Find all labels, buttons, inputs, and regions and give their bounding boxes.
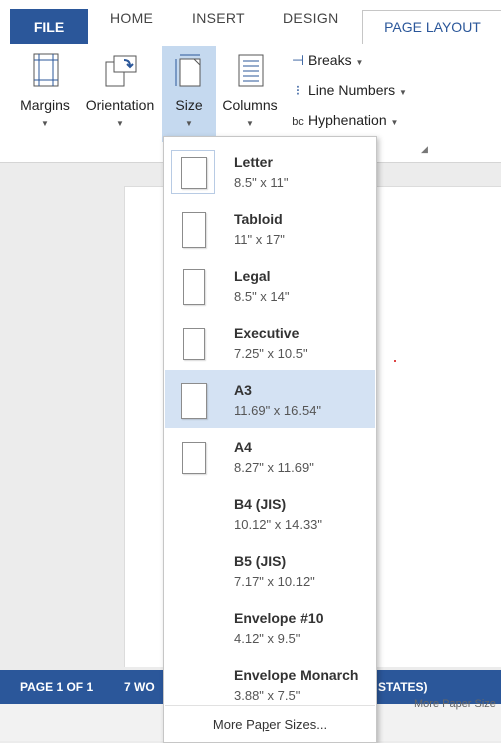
- tab-home[interactable]: HOME: [110, 10, 153, 26]
- paper-size-item[interactable]: Envelope #10 4.12" x 9.5": [165, 598, 375, 656]
- paper-size-item[interactable]: B5 (JIS) 7.17" x 10.12": [165, 541, 375, 599]
- chevron-down-icon: ▼: [41, 119, 49, 128]
- size-button[interactable]: Size ▼: [162, 52, 216, 128]
- more-paper-sizes-label: More Paper Sizes...: [212, 717, 328, 732]
- paper-size-dimensions: 8.5" x 14": [234, 289, 290, 304]
- columns-label: Columns: [222, 97, 278, 113]
- paper-size-name: B4 (JIS): [234, 496, 287, 512]
- paper-size-name: A4: [234, 439, 252, 455]
- paper-size-item[interactable]: A4 8.27" x 11.69": [165, 427, 375, 485]
- margins-label: Margins: [20, 97, 70, 113]
- paper-thumbnail-icon: [182, 212, 206, 248]
- size-dropdown-menu: Letter 8.5" x 11" Tabloid 11" x 17" Legal 8.5…: [163, 136, 377, 743]
- tab-file[interactable]: FILE: [10, 9, 88, 45]
- paper-size-name: B5 (JIS): [234, 553, 287, 569]
- orientation-label: Orientation: [85, 97, 155, 113]
- size-label: Size: [175, 97, 203, 113]
- hyphenation-button[interactable]: bc Hyphenation ▼: [288, 112, 398, 128]
- orientation-button[interactable]: Orientation ▼: [80, 52, 160, 128]
- paper-size-dimensions: 10.12" x 14.33": [234, 517, 323, 532]
- hyphenation-icon: bc: [292, 116, 304, 128]
- paper-size-item[interactable]: Tabloid 11" x 17": [165, 199, 375, 257]
- breaks-icon: ⊣: [291, 52, 305, 68]
- paper-size-dimensions: 8.5" x 11": [234, 175, 289, 190]
- paper-thumbnail-icon: [181, 383, 207, 419]
- paper-thumbnail-icon: [181, 157, 207, 189]
- paper-size-name: Legal: [234, 268, 271, 284]
- line-numbers-button[interactable]: ⁝ Line Numbers ▼: [288, 82, 407, 99]
- margins-button[interactable]: Margins ▼: [16, 52, 74, 128]
- paper-size-name: Tabloid: [234, 211, 283, 227]
- chevron-down-icon: ▼: [116, 119, 124, 128]
- status-language[interactable]: STATES): [378, 680, 428, 694]
- paper-size-name: A3: [234, 382, 252, 398]
- line-numbers-label: Line Numbers: [308, 82, 396, 98]
- paper-size-name: Letter: [234, 154, 273, 170]
- columns-button[interactable]: Columns ▼: [218, 52, 282, 128]
- paper-size-item[interactable]: Executive 7.25" x 10.5": [165, 313, 375, 371]
- menu-divider: [165, 705, 375, 706]
- chevron-down-icon: ▼: [355, 58, 364, 67]
- chevron-down-icon: ▼: [185, 119, 193, 128]
- margins-icon: [33, 53, 59, 87]
- line-numbers-icon: ⁝: [295, 82, 301, 98]
- paper-size-name: Envelope Monarch: [234, 667, 359, 683]
- cursor-mark: [394, 360, 396, 362]
- breaks-label: Breaks: [308, 52, 352, 68]
- status-page-count[interactable]: PAGE 1 OF 1: [20, 680, 93, 694]
- tab-insert[interactable]: INSERT: [192, 10, 245, 26]
- paper-size-dimensions: 4.12" x 9.5": [234, 631, 301, 646]
- chevron-down-icon: ▼: [390, 118, 399, 127]
- paper-size-dimensions: 7.25" x 10.5": [234, 346, 308, 361]
- hyphenation-label: Hyphenation: [308, 112, 387, 128]
- paper-size-name: Envelope #10: [234, 610, 324, 626]
- status-word-count[interactable]: 7 WO: [124, 680, 155, 694]
- paper-size-dimensions: 11.69" x 16.54": [234, 403, 322, 418]
- paper-thumbnail-icon: [183, 328, 205, 360]
- ribbon-tabs: FILE HOME INSERT DESIGN PAGE LAYOUT: [0, 0, 501, 46]
- paper-size-name: Executive: [234, 325, 300, 341]
- paper-size-item[interactable]: Letter 8.5" x 11": [165, 142, 375, 200]
- paper-size-dimensions: 11" x 17": [234, 232, 285, 247]
- chevron-down-icon: ▼: [246, 119, 254, 128]
- paper-size-item[interactable]: A3 11.69" x 16.54": [165, 370, 375, 428]
- dialog-launcher-icon[interactable]: ◢: [421, 144, 428, 155]
- paper-size-item[interactable]: B4 (JIS) 10.12" x 14.33": [165, 484, 375, 542]
- paper-size-item[interactable]: Legal 8.5" x 14": [165, 256, 375, 314]
- paper-size-dimensions: 3.88" x 7.5": [234, 688, 301, 703]
- tab-page-layout[interactable]: PAGE LAYOUT: [362, 10, 501, 46]
- chevron-down-icon: ▼: [399, 88, 407, 97]
- paper-thumbnail-icon: [183, 269, 205, 305]
- size-icon: [175, 54, 201, 87]
- paper-size-dimensions: 7.17" x 10.12": [234, 574, 315, 589]
- orientation-icon: [105, 55, 137, 87]
- tab-design[interactable]: DESIGN: [283, 10, 338, 26]
- columns-icon: [238, 54, 264, 87]
- paper-size-dimensions: 8.27" x 11.69": [234, 460, 314, 475]
- paper-thumbnail-icon: [182, 442, 206, 474]
- more-paper-sizes-button[interactable]: More Paper Sizes...: [164, 717, 376, 732]
- more-paper-sizes-tail: More Paper Size: [414, 698, 496, 710]
- breaks-button[interactable]: ⊣ Breaks ▼: [288, 52, 364, 69]
